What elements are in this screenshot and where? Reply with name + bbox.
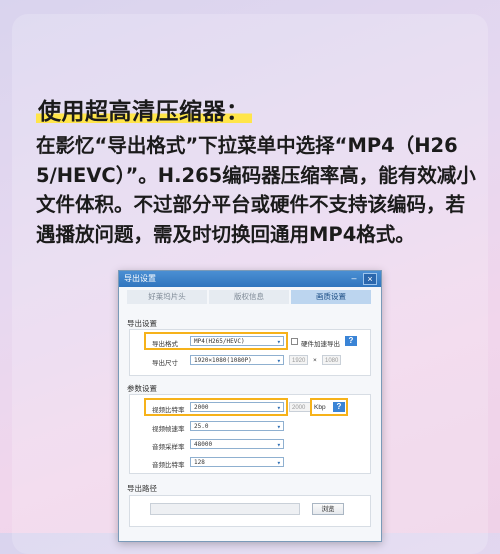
audio-bitrate-label: 音频比特率	[152, 462, 185, 469]
tab-hollywood-intro[interactable]: 好莱坞片头›	[127, 290, 212, 304]
fps-select[interactable]: 25.0 ▾	[190, 421, 284, 431]
fps-label: 视频帧速率	[152, 426, 185, 433]
bitrate-highlight	[144, 398, 288, 416]
export-settings-dialog: 导出设置 – × 好莱坞片头› 版权信息› 画质设置 导出设置 导出格式 MP4…	[118, 270, 382, 542]
size-label: 导出尺寸	[152, 360, 178, 367]
tab-label: 版权信息	[234, 292, 264, 301]
audio-rate-label: 音频采样率	[152, 444, 185, 451]
dialog-title: 导出设置	[124, 274, 156, 283]
path-input[interactable]	[150, 503, 300, 515]
param-section-label: 参数设置	[127, 384, 157, 393]
audio-bitrate-value: 128	[194, 459, 205, 466]
width-input[interactable]: 1920	[289, 355, 308, 365]
chevron-down-icon: ▾	[276, 459, 281, 467]
hw-accel-checkbox[interactable]	[291, 338, 298, 345]
fps-value: 25.0	[194, 423, 209, 430]
browse-button[interactable]: 浏览	[312, 503, 344, 515]
bitrate-input[interactable]: 2000	[289, 402, 311, 412]
help-highlight	[310, 398, 348, 416]
format-highlight	[144, 332, 288, 350]
help-icon[interactable]: ?	[345, 336, 357, 346]
chevron-down-icon: ▾	[276, 441, 281, 449]
audio-rate-value: 48000	[194, 441, 213, 448]
tab-copyright[interactable]: 版权信息›	[209, 290, 294, 304]
dialog-titlebar: 导出设置 – ×	[119, 271, 381, 287]
export-section-label: 导出设置	[127, 319, 157, 328]
description-paragraph: 在影忆“导出格式”下拉菜单中选择“MP4（H265/HEVC）”。H.265编码…	[36, 134, 476, 246]
tab-label: 画质设置	[316, 292, 346, 301]
tab-quality[interactable]: 画质设置	[291, 290, 371, 304]
audio-rate-select[interactable]: 48000 ▾	[190, 439, 284, 449]
chevron-down-icon: ▾	[276, 423, 281, 431]
tab-label: 好莱坞片头	[148, 292, 186, 301]
hw-accel-label: 硬件加速导出	[301, 341, 340, 348]
path-section-label: 导出路径	[127, 484, 157, 493]
size-value: 1920×1080(1080P)	[194, 357, 252, 364]
close-button[interactable]: ×	[363, 273, 377, 285]
minimize-button[interactable]: –	[347, 273, 361, 285]
chevron-down-icon: ▾	[276, 357, 281, 365]
heading-text: 使用超高清压缩器：	[36, 99, 252, 125]
times-symbol: ×	[313, 357, 317, 364]
audio-bitrate-select[interactable]: 128 ▾	[190, 457, 284, 467]
height-input[interactable]: 1080	[322, 355, 341, 365]
size-select[interactable]: 1920×1080(1080P) ▾	[190, 355, 284, 365]
step-tabs: 好莱坞片头› 版权信息› 画质设置	[127, 290, 373, 304]
page-heading: 使用超高清压缩器：	[36, 92, 252, 126]
